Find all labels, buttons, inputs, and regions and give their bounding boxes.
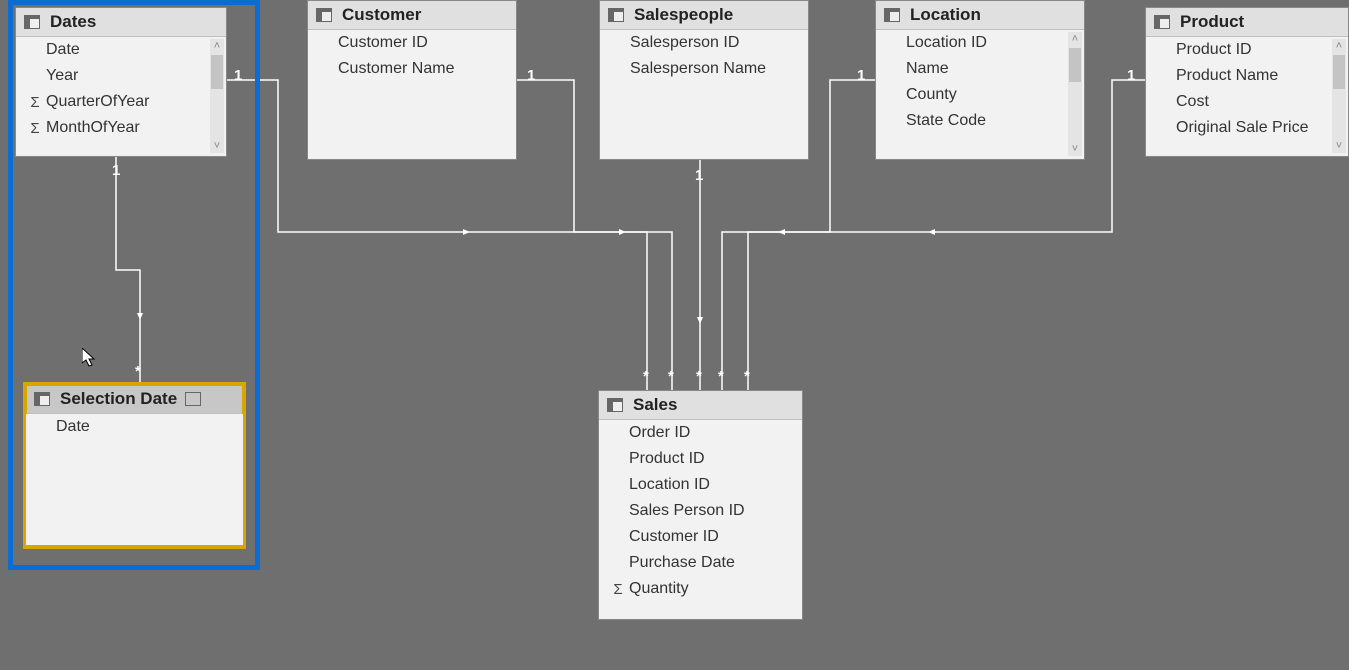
- table-title: Selection Date: [60, 389, 177, 409]
- table-icon: [24, 15, 40, 29]
- scrollbar[interactable]: ˄ ˅: [1332, 39, 1346, 153]
- field-row[interactable]: State Code: [876, 108, 1084, 134]
- field-row[interactable]: Date: [26, 414, 243, 440]
- table-icon: [608, 8, 624, 22]
- table-header[interactable]: Sales: [599, 391, 802, 420]
- field-row[interactable]: ΣQuantity: [599, 576, 802, 602]
- field-row[interactable]: Customer ID: [308, 30, 516, 56]
- table-product[interactable]: Product Product ID Product Name Cost Ori…: [1145, 7, 1349, 157]
- field-row[interactable]: Order ID: [599, 420, 802, 446]
- scroll-up-icon[interactable]: ˄: [210, 39, 224, 53]
- scroll-thumb[interactable]: [1333, 55, 1345, 89]
- cardinality-one: 1: [112, 162, 120, 179]
- table-location[interactable]: Location Location ID Name County State C…: [875, 0, 1085, 160]
- cardinality-one: 1: [1127, 67, 1135, 84]
- table-header[interactable]: Dates: [16, 8, 226, 37]
- table-title: Product: [1180, 12, 1244, 32]
- table-header[interactable]: Salespeople: [600, 1, 808, 30]
- cardinality-one: 1: [857, 67, 865, 84]
- table-header[interactable]: Location: [876, 1, 1084, 30]
- field-row[interactable]: Name: [876, 56, 1084, 82]
- field-row[interactable]: Salesperson Name: [600, 56, 808, 82]
- scrollbar[interactable]: ˄ ˅: [1068, 32, 1082, 156]
- table-title: Location: [910, 5, 981, 25]
- field-row[interactable]: ΣQuarterOfYear: [16, 89, 226, 115]
- model-canvas[interactable]: 1 * 1 1 1 1 1 * * * * * Dates Date Year …: [0, 0, 1349, 670]
- field-row[interactable]: Original Sale Price: [1146, 115, 1348, 141]
- table-icon: [884, 8, 900, 22]
- table-icon: [34, 392, 50, 406]
- sigma-icon: Σ: [607, 581, 629, 598]
- scroll-down-icon[interactable]: ˅: [210, 139, 224, 153]
- table-customer[interactable]: Customer Customer ID Customer Name: [307, 0, 517, 160]
- table-title: Dates: [50, 12, 96, 32]
- scroll-thumb[interactable]: [211, 55, 223, 89]
- cardinality-many: *: [696, 368, 702, 385]
- table-dates[interactable]: Dates Date Year ΣQuarterOfYear ΣMonthOfY…: [15, 7, 227, 157]
- field-row[interactable]: Year: [16, 63, 226, 89]
- cardinality-many: *: [668, 368, 674, 385]
- scroll-up-icon[interactable]: ˄: [1068, 32, 1082, 46]
- table-header[interactable]: Product: [1146, 8, 1348, 37]
- table-header[interactable]: Selection Date: [26, 385, 243, 414]
- cardinality-many: *: [744, 368, 750, 385]
- field-row[interactable]: Salesperson ID: [600, 30, 808, 56]
- field-row[interactable]: Product Name: [1146, 63, 1348, 89]
- field-row[interactable]: Product ID: [1146, 37, 1348, 63]
- cardinality-many: *: [643, 368, 649, 385]
- scroll-down-icon[interactable]: ˅: [1068, 142, 1082, 156]
- field-row[interactable]: Customer Name: [308, 56, 516, 82]
- table-salespeople[interactable]: Salespeople Salesperson ID Salesperson N…: [599, 0, 809, 160]
- table-title: Salespeople: [634, 5, 733, 25]
- scroll-down-icon[interactable]: ˅: [1332, 139, 1346, 153]
- cardinality-many: *: [718, 368, 724, 385]
- field-row[interactable]: Location ID: [599, 472, 802, 498]
- table-sales[interactable]: Sales Order ID Product ID Location ID Sa…: [598, 390, 803, 620]
- calculated-table-icon: [185, 392, 201, 406]
- sigma-icon: Σ: [24, 120, 46, 137]
- scroll-up-icon[interactable]: ˄: [1332, 39, 1346, 53]
- mouse-cursor: [82, 348, 98, 373]
- scroll-thumb[interactable]: [1069, 48, 1081, 82]
- table-icon: [607, 398, 623, 412]
- table-icon: [1154, 15, 1170, 29]
- table-title: Sales: [633, 395, 677, 415]
- field-row[interactable]: Sales Person ID: [599, 498, 802, 524]
- field-row[interactable]: ΣMonthOfYear: [16, 115, 226, 141]
- field-row[interactable]: Cost: [1146, 89, 1348, 115]
- sigma-icon: Σ: [24, 94, 46, 111]
- field-row[interactable]: Purchase Date: [599, 550, 802, 576]
- field-row[interactable]: Date: [16, 37, 226, 63]
- cardinality-one: 1: [527, 67, 535, 84]
- table-icon: [316, 8, 332, 22]
- field-row[interactable]: Location ID: [876, 30, 1084, 56]
- field-row[interactable]: Customer ID: [599, 524, 802, 550]
- cardinality-many: *: [135, 363, 141, 380]
- scrollbar[interactable]: ˄ ˅: [210, 39, 224, 153]
- field-row[interactable]: Product ID: [599, 446, 802, 472]
- table-title: Customer: [342, 5, 421, 25]
- cardinality-one: 1: [234, 67, 242, 84]
- table-selection-date[interactable]: Selection Date Date: [25, 384, 244, 547]
- cardinality-one: 1: [695, 167, 703, 184]
- field-row[interactable]: County: [876, 82, 1084, 108]
- table-header[interactable]: Customer: [308, 1, 516, 30]
